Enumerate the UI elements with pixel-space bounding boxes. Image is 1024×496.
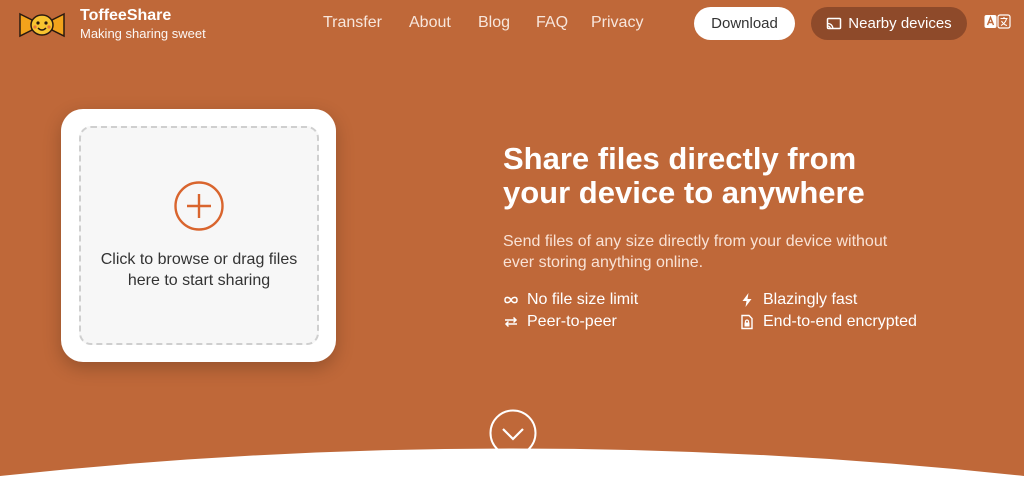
feature-label: No file size limit (527, 291, 639, 308)
nav-about[interactable]: About (409, 14, 451, 32)
feature-label: End-to-end encrypted (763, 313, 917, 330)
plus-circle-icon[interactable] (173, 180, 225, 232)
brand-name: ToffeeShare (80, 7, 172, 24)
nav-transfer[interactable]: Transfer (323, 14, 382, 32)
feature-no-size-limit: No file size limit (503, 290, 638, 310)
translate-icon[interactable] (984, 14, 1012, 30)
feature-label: Blazingly fast (763, 291, 858, 308)
feature-label: Peer-to-peer (527, 313, 617, 330)
nearby-devices-label: Nearby devices (848, 15, 952, 32)
nav-faq[interactable]: FAQ (536, 14, 568, 32)
lock-file-icon (741, 314, 753, 329)
logo[interactable] (16, 6, 68, 42)
subtext-line-1: Send files of any size directly from you… (503, 233, 888, 250)
nav-privacy[interactable]: Privacy (591, 14, 643, 32)
candy-logo-icon (19, 12, 65, 38)
subtext-line-2: ever storing anything online. (503, 254, 704, 271)
upload-card[interactable]: Click to browse or drag files here to st… (61, 109, 336, 362)
file-dropzone[interactable] (79, 126, 319, 345)
nearby-devices-button[interactable]: Nearby devices (811, 7, 967, 40)
feature-encrypted: End-to-end encrypted (739, 312, 917, 332)
download-button[interactable]: Download (694, 7, 795, 40)
feature-peer-to-peer: Peer-to-peer (503, 312, 617, 332)
dropzone-instructions: Click to browse or drag files here to st… (79, 249, 319, 291)
feature-fast: Blazingly fast (739, 290, 857, 310)
dropzone-line-1: Click to browse or drag files (100, 251, 298, 268)
brand: ToffeeShare Making sharing sweet (80, 7, 206, 42)
nav-blog[interactable]: Blog (478, 14, 510, 32)
cast-icon (827, 17, 842, 29)
hero-subtext: Send files of any size directly from you… (503, 231, 923, 273)
headline-line-1: Share files directly from (503, 141, 857, 176)
hero-headline: Share files directly from your device to… (503, 142, 923, 210)
dropzone-line-2: here to start sharing (127, 272, 271, 289)
infinity-icon (504, 296, 518, 304)
headline-line-2: your device to anywhere (503, 175, 865, 210)
brand-tagline: Making sharing sweet (80, 26, 206, 41)
chevron-down-icon[interactable] (489, 409, 537, 457)
bolt-icon (742, 292, 752, 307)
swap-arrows-icon (504, 316, 518, 327)
